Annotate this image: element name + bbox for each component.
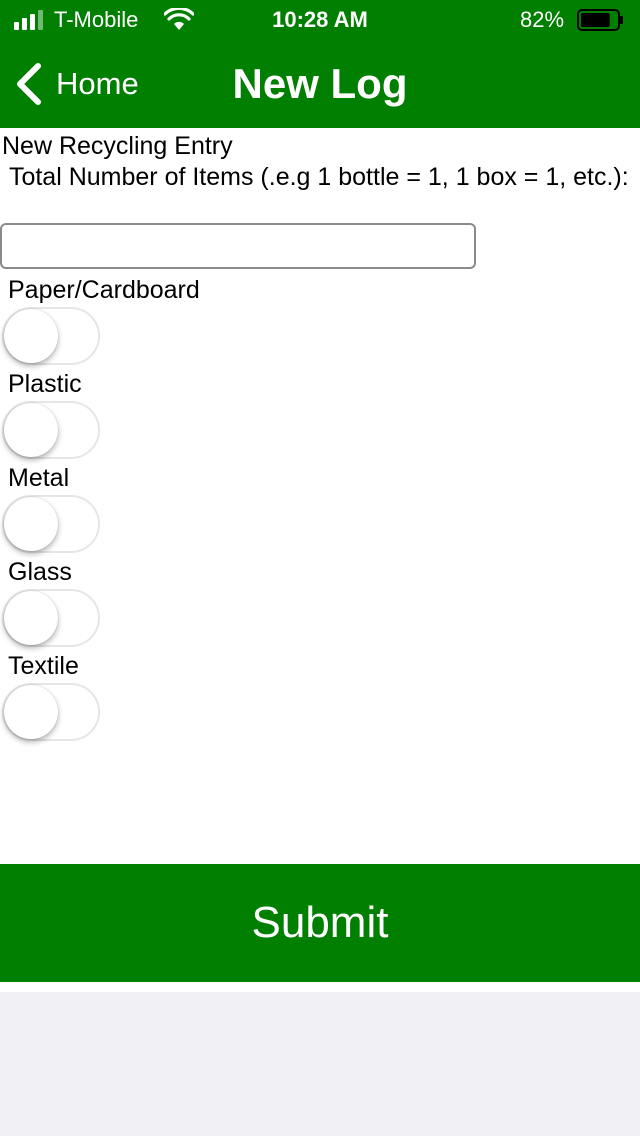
toggle-knob (4, 685, 58, 739)
toggle-knob (4, 403, 58, 457)
navigation-bar: Home New Log (0, 40, 640, 128)
battery-percent: 82% (520, 7, 565, 32)
toggle-knob (4, 497, 58, 551)
category-label-textile: Textile (8, 652, 79, 680)
toggle-plastic[interactable] (2, 401, 100, 459)
form-title: New Recycling Entry (2, 132, 233, 160)
total-items-label: Total Number of Items (.e.g 1 bottle = 1… (2, 163, 629, 191)
category-label-glass: Glass (8, 558, 72, 586)
toggle-glass[interactable] (2, 589, 100, 647)
submit-button[interactable]: Submit (0, 864, 640, 982)
toggle-knob (4, 309, 58, 363)
app-header: T-Mobile 10:28 AM 82% Home New Log (0, 0, 640, 128)
category-label-plastic: Plastic (8, 370, 82, 398)
category-label-metal: Metal (8, 464, 70, 492)
toggle-metal[interactable] (2, 495, 100, 553)
battery-icon (577, 9, 623, 31)
toggle-textile[interactable] (2, 683, 100, 741)
toggle-knob (4, 591, 58, 645)
toggle-paper-cardboard[interactable] (2, 307, 100, 365)
bottom-background (0, 992, 640, 1136)
page-title: New Log (232, 60, 408, 107)
total-items-input[interactable] (0, 223, 476, 269)
category-label-paper-cardboard: Paper/Cardboard (8, 276, 200, 304)
status-bar: T-Mobile 10:28 AM 82% (0, 0, 640, 40)
